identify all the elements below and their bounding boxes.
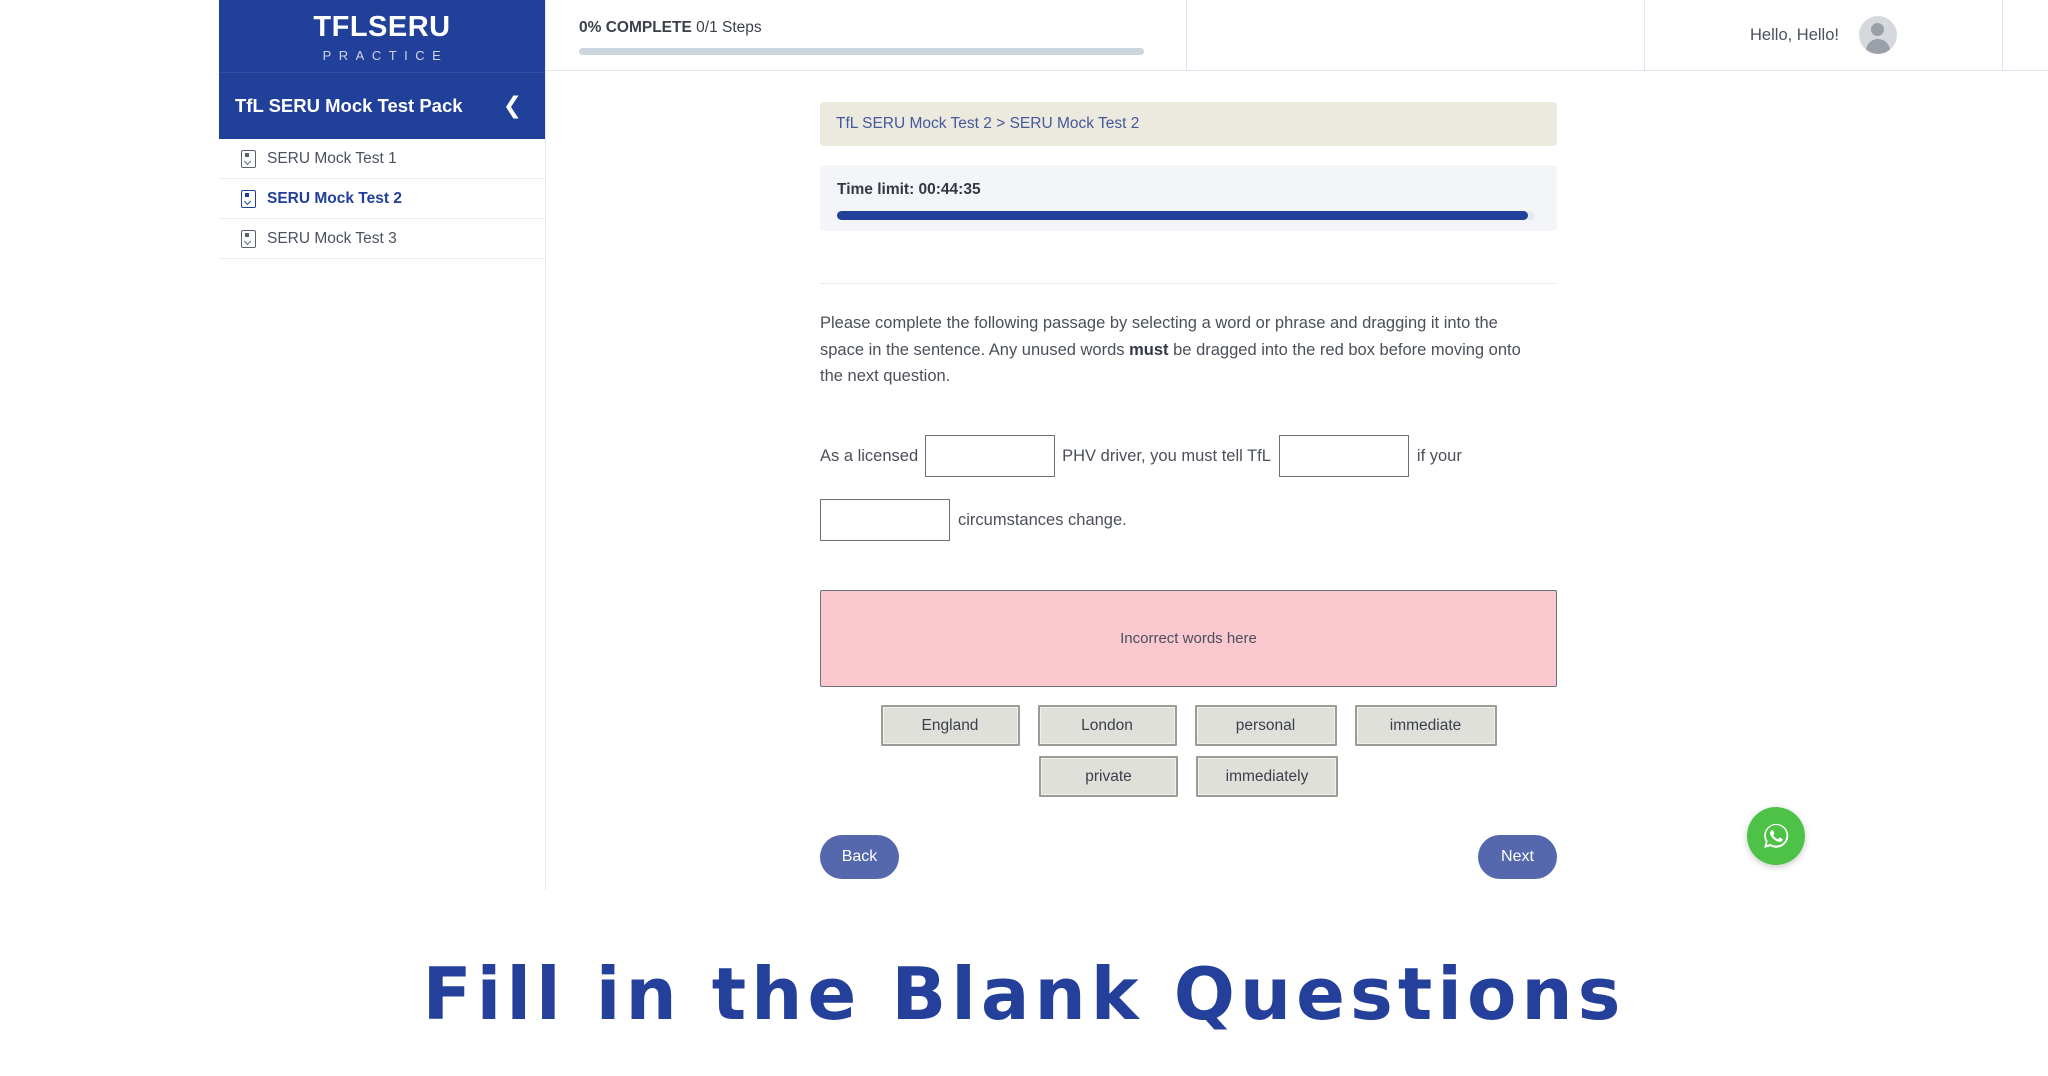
whatsapp-chat-button[interactable] bbox=[1747, 807, 1805, 865]
progress-label: 0% COMPLETE 0/1 Steps bbox=[579, 19, 1141, 37]
word-chip-immediately[interactable]: immediately bbox=[1196, 756, 1338, 798]
back-button[interactable]: Back bbox=[820, 835, 899, 880]
breadcrumb[interactable]: TfL SERU Mock Test 2 > SERU Mock Test 2 bbox=[820, 102, 1557, 146]
blank-drop-target-1[interactable] bbox=[925, 435, 1056, 478]
question-navigation: Back Next bbox=[820, 835, 1557, 880]
fill-in-blank-sentence: As a licensed PHV driver, you must tell … bbox=[820, 424, 1557, 552]
section-divider bbox=[820, 283, 1557, 284]
page-headline: Fill in the Blank Questions bbox=[422, 952, 1626, 1036]
top-bar: 0% COMPLETE 0/1 Steps Hello, Hello! bbox=[546, 0, 2048, 71]
sidebar-item-label: SERU Mock Test 2 bbox=[267, 189, 402, 207]
sentence-segment-3: if your bbox=[1416, 447, 1462, 466]
word-chip-personal[interactable]: personal bbox=[1194, 705, 1337, 747]
word-chip-london[interactable]: London bbox=[1037, 705, 1177, 747]
next-button[interactable]: Next bbox=[1478, 835, 1557, 880]
whatsapp-icon bbox=[1764, 823, 1789, 848]
user-avatar-icon[interactable] bbox=[1858, 16, 1897, 54]
word-chip-immediate[interactable]: immediate bbox=[1354, 705, 1497, 747]
word-options: England London personal immediate privat… bbox=[820, 705, 1557, 798]
time-limit-bar-fill bbox=[837, 211, 1529, 220]
topbar-spacer-cell bbox=[1187, 0, 1645, 70]
user-account-area[interactable]: Hello, Hello! bbox=[1645, 0, 2003, 70]
brand-logo[interactable]: TFLSERU PRACTICE bbox=[219, 0, 545, 72]
incorrect-words-label: Incorrect words here bbox=[1120, 630, 1257, 648]
sidebar-item-seru-mock-test-3[interactable]: SERU Mock Test 3 bbox=[219, 219, 545, 259]
progress-bar-track bbox=[579, 48, 1144, 55]
time-limit-panel: Time limit: 00:44:35 bbox=[820, 165, 1557, 231]
sentence-line-2: circumstances change. bbox=[820, 488, 1557, 552]
blank-drop-target-3[interactable] bbox=[820, 499, 950, 542]
sidebar-item-seru-mock-test-2[interactable]: SERU Mock Test 2 bbox=[219, 179, 545, 219]
question-instructions: Please complete the following passage by… bbox=[820, 310, 1543, 390]
lesson-content: TfL SERU Mock Test 2 > SERU Mock Test 2 … bbox=[820, 102, 1557, 880]
application-window: TFLSERU PRACTICE TfL SERU Mock Test Pack… bbox=[0, 0, 2048, 890]
sidebar-item-label: SERU Mock Test 1 bbox=[267, 149, 397, 167]
word-chip-private[interactable]: private bbox=[1039, 756, 1178, 798]
sentence-line-1: As a licensed PHV driver, you must tell … bbox=[820, 424, 1557, 488]
sentence-segment-4: circumstances change. bbox=[958, 511, 1127, 530]
sidebar-item-seru-mock-test-1[interactable]: SERU Mock Test 1 bbox=[219, 139, 545, 179]
instructions-emphasis: must bbox=[1129, 340, 1169, 359]
brand-tagline: PRACTICE bbox=[322, 47, 449, 63]
course-pack-header: TfL SERU Mock Test Pack ❮ bbox=[219, 72, 545, 139]
course-progress-panel: 0% COMPLETE 0/1 Steps bbox=[546, 0, 1187, 70]
time-limit-bar-track bbox=[837, 211, 1535, 220]
time-limit-label: Time limit: 00:44:35 bbox=[837, 181, 981, 198]
sentence-segment-1: As a licensed bbox=[820, 447, 919, 466]
sidebar: TFLSERU PRACTICE TfL SERU Mock Test Pack… bbox=[219, 0, 546, 890]
word-options-row-1: England London personal immediate bbox=[880, 705, 1497, 747]
course-pack-title: TfL SERU Mock Test Pack bbox=[235, 95, 463, 116]
progress-percent: 0% bbox=[579, 19, 602, 36]
user-greeting: Hello, Hello! bbox=[1750, 25, 1839, 44]
sentence-segment-2: PHV driver, you must tell TfL bbox=[1062, 447, 1271, 466]
document-check-icon bbox=[241, 189, 256, 208]
progress-complete-word: COMPLETE bbox=[605, 19, 692, 36]
word-chip-england[interactable]: England bbox=[880, 705, 1020, 747]
word-options-row-2: private immediately bbox=[1039, 756, 1338, 798]
document-check-icon bbox=[241, 229, 256, 248]
blank-drop-target-2[interactable] bbox=[1278, 435, 1409, 478]
brand-name: TFLSERU bbox=[313, 11, 451, 44]
chevron-left-icon[interactable]: ❮ bbox=[499, 93, 526, 120]
progress-steps: 0/1 Steps bbox=[696, 19, 762, 36]
incorrect-words-drop-zone[interactable]: Incorrect words here bbox=[820, 590, 1557, 688]
document-check-icon bbox=[241, 149, 256, 168]
sidebar-item-label: SERU Mock Test 3 bbox=[267, 229, 397, 247]
